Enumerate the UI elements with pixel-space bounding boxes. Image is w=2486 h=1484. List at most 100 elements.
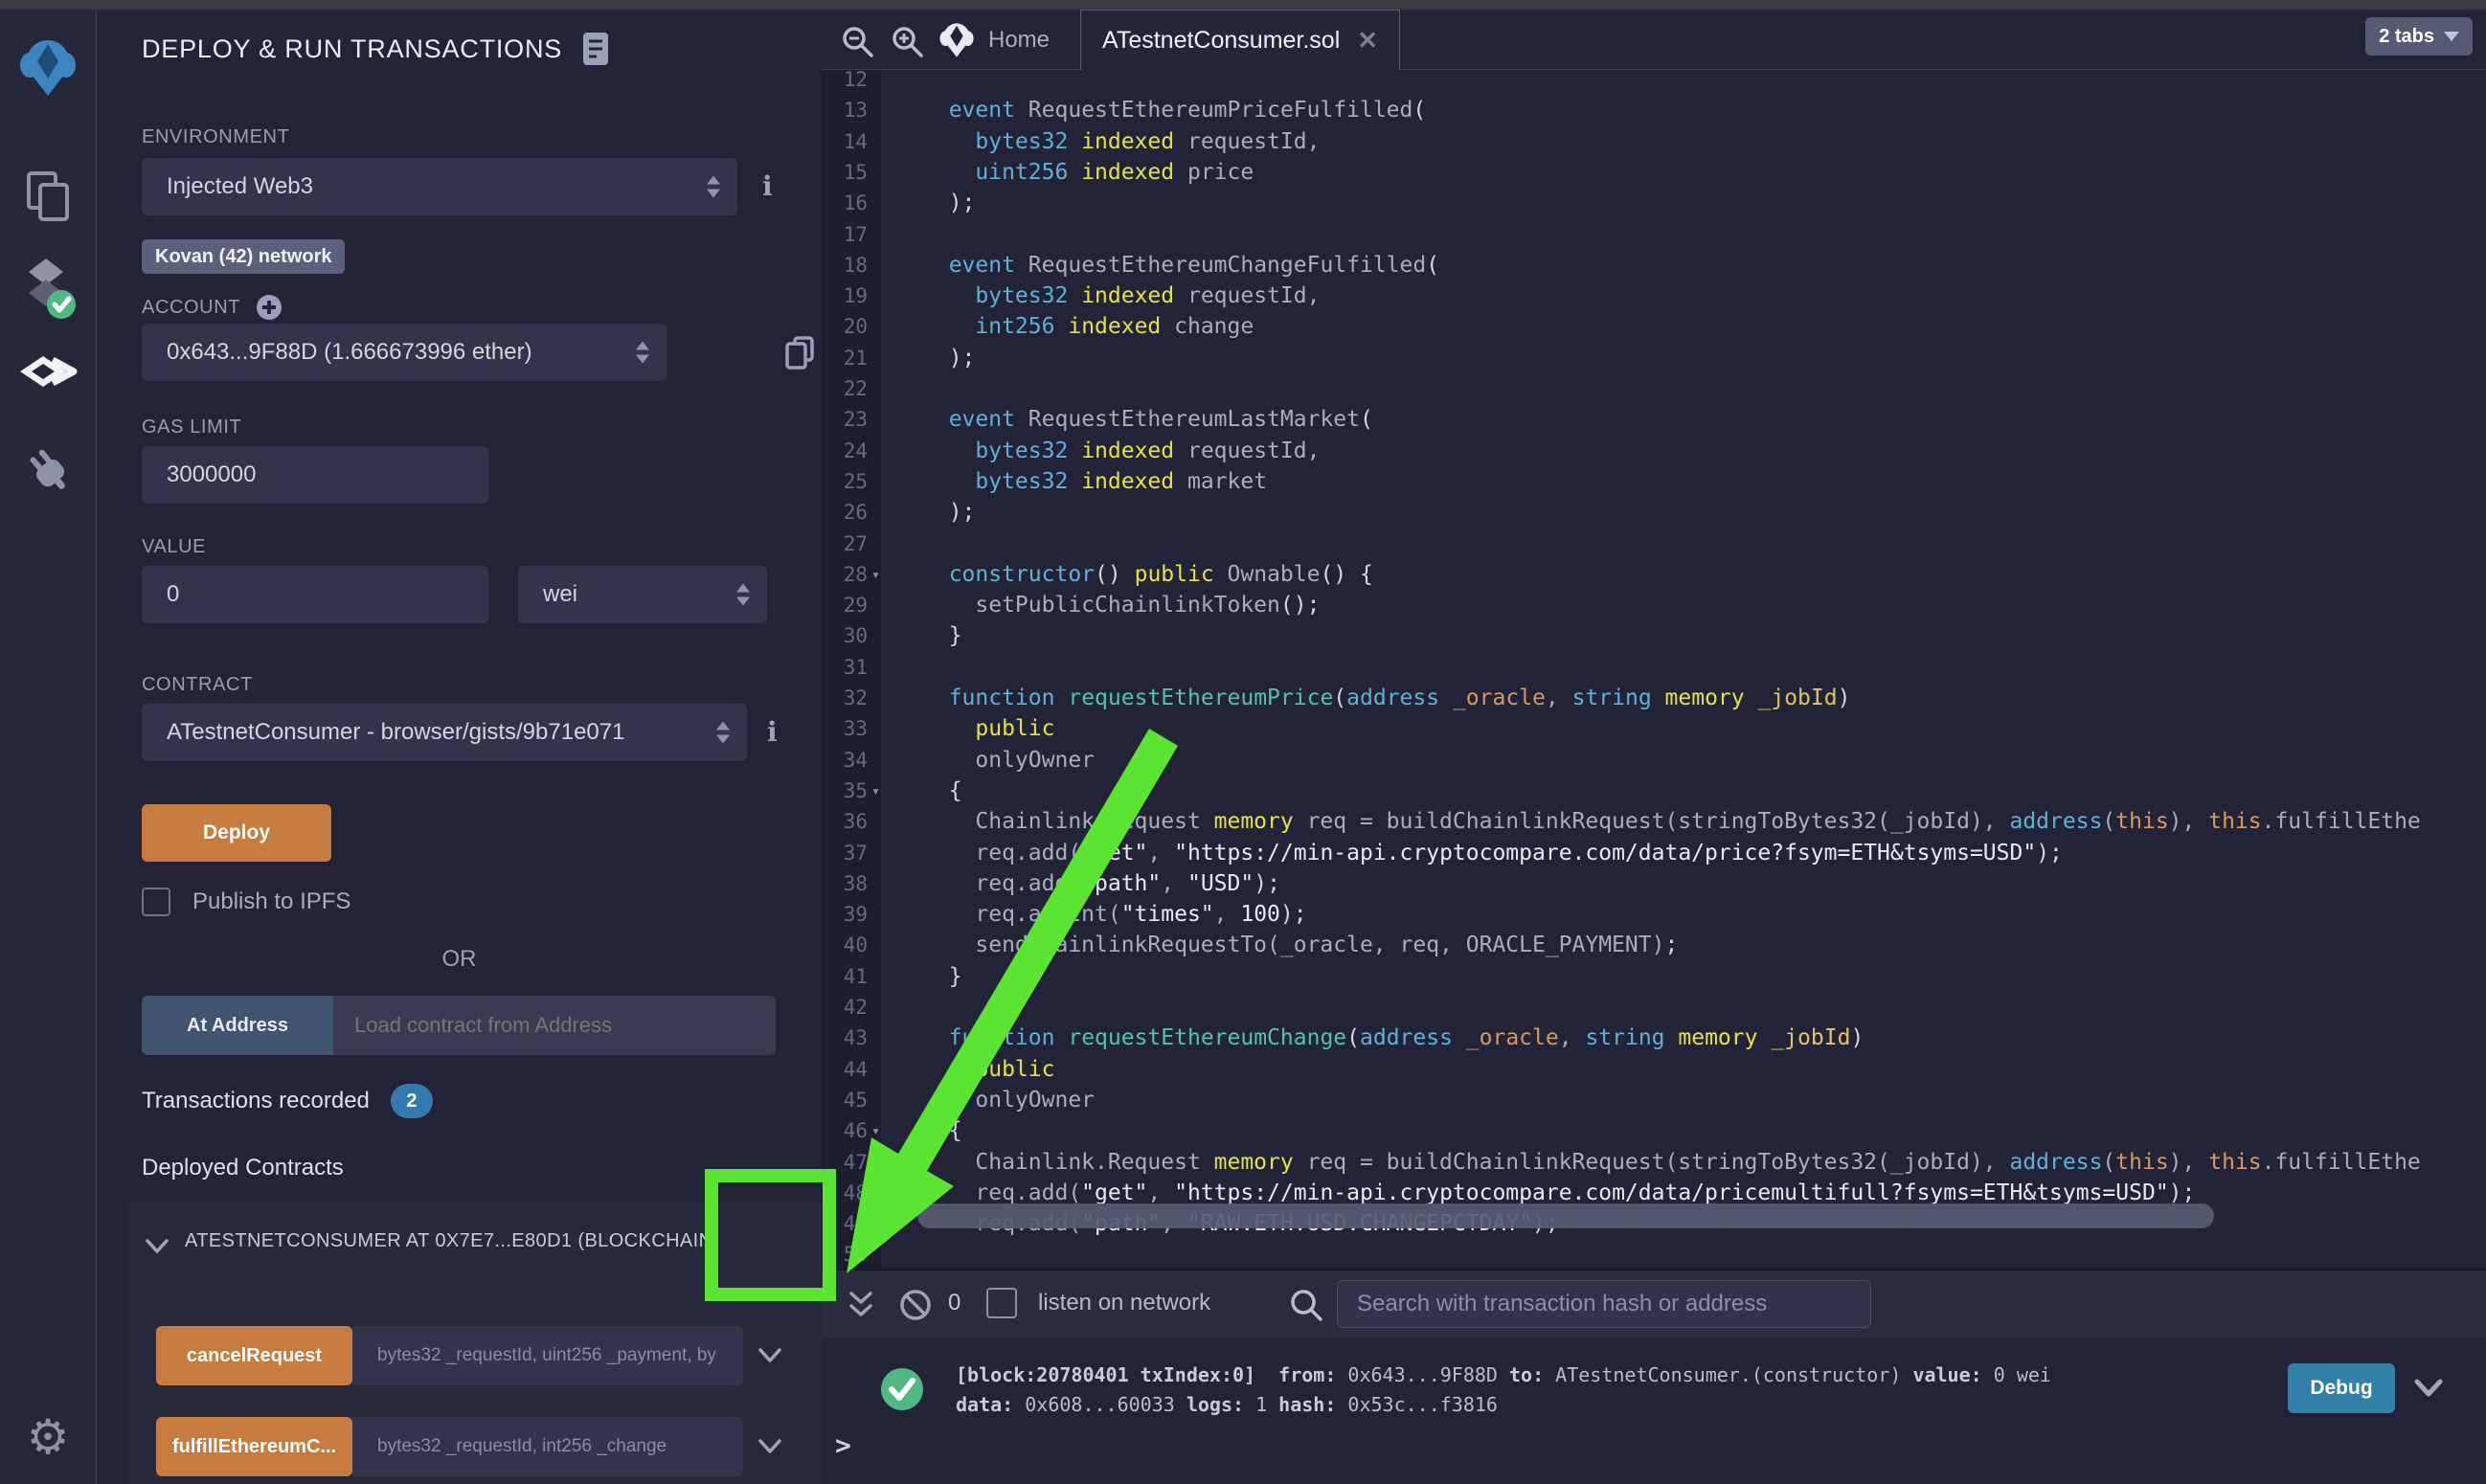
code-line: 13 event RequestEthereumPriceFulfilled( [822, 95, 2486, 126]
cancelrequest-params-input[interactable]: bytes32 _requestId, uint256 _payment, by [352, 1326, 743, 1385]
file-explorer-icon[interactable] [0, 168, 96, 230]
transactions-count-badge: 2 [391, 1084, 433, 1118]
line-number: 46 [822, 1115, 868, 1147]
instance-title[interactable]: ATESTNETCONSUMER AT 0X7E7...E80D1 (BLOCK… [185, 1230, 759, 1252]
line-number: 47 [822, 1147, 868, 1179]
line-number: 37 [822, 838, 868, 869]
code-line: 37 req.add("get", "https://min-api.crypt… [822, 838, 2486, 869]
code-line: 27 [822, 528, 2486, 560]
code-line: 14 bytes32 indexed requestId, [822, 126, 2486, 158]
line-number: 32 [822, 683, 868, 714]
copy-account-icon[interactable] [784, 335, 817, 371]
deploy-and-run-icon[interactable] [0, 354, 96, 411]
at-address-button[interactable]: At Address [142, 996, 333, 1055]
remix-logo[interactable] [0, 36, 96, 104]
code-line: 45 onlyOwner [822, 1085, 2486, 1116]
environment-label: ENVIRONMENT [142, 126, 289, 148]
line-number: 21 [822, 343, 868, 374]
cancelrequest-expand-chevron-icon[interactable] [757, 1347, 782, 1364]
solidity-compiler-icon[interactable] [0, 257, 96, 328]
instance-chevron-down-icon[interactable] [145, 1238, 170, 1255]
chevron-down-icon [2444, 32, 2459, 41]
code-line: 18 event RequestEthereumChangeFulfilled( [822, 250, 2486, 281]
tab-close-icon[interactable]: ✕ [1357, 26, 1378, 56]
tab-atestnetconsumer[interactable]: ATestnetConsumer.sol ✕ [1080, 10, 1400, 70]
log-expand-chevron-icon[interactable] [2413, 1378, 2444, 1399]
deployed-contracts-label: Deployed Contracts [142, 1155, 344, 1181]
add-account-icon[interactable] [256, 294, 282, 321]
line-number: 48 [822, 1178, 868, 1209]
code-line: 17 [822, 219, 2486, 251]
listen-on-network-label: listen on network [1038, 1290, 1210, 1316]
at-address-input[interactable] [333, 996, 776, 1055]
contract-info-icon[interactable]: i [767, 716, 778, 748]
line-number: 49 [822, 1208, 868, 1240]
icon-sidebar: ⚙ [0, 10, 97, 1484]
terminal-search-input[interactable] [1337, 1280, 1871, 1328]
code-line: 28▾ constructor() public Ownable() { [822, 559, 2486, 591]
line-number: 31 [822, 652, 868, 684]
environment-info-icon[interactable]: i [762, 170, 773, 202]
tab-home[interactable]: Home [938, 21, 1050, 59]
line-number: 26 [822, 497, 868, 528]
gas-limit-label: GAS LIMIT [142, 416, 241, 438]
code-editor[interactable]: 1213 event RequestEthereumPriceFulfilled… [822, 70, 2486, 1269]
zoom-out-icon[interactable] [841, 25, 875, 59]
transactions-recorded-label: Transactions recorded [142, 1088, 370, 1114]
cancelrequest-button[interactable]: cancelRequest [156, 1326, 352, 1385]
horizontal-scrollbar[interactable] [917, 1203, 2214, 1228]
line-number: 24 [822, 436, 868, 467]
contract-select[interactable]: ATestnetConsumer - browser/gists/9b71e07… [142, 704, 747, 761]
pending-tx-count: 0 [948, 1290, 960, 1316]
code-line: 36 Chainlink.Request memory req = buildC… [822, 806, 2486, 838]
plugin-manager-icon[interactable] [0, 442, 96, 503]
code-line: 44 public [822, 1054, 2486, 1086]
value-unit-select[interactable]: wei [518, 566, 767, 623]
fulfillethereumchange-button[interactable]: fulfillEthereumC... [156, 1417, 352, 1476]
line-number: 44 [822, 1054, 868, 1086]
fold-marker-icon[interactable]: ▾ [871, 1115, 880, 1147]
network-badge: Kovan (42) network [142, 239, 345, 274]
code-line: 43 function requestEthereumChange(addres… [822, 1023, 2486, 1054]
line-number: 17 [822, 219, 868, 251]
environment-select[interactable]: Injected Web3 [142, 158, 737, 215]
fulfillethereumchange-params-input[interactable]: bytes32 _requestId, int256 _change [352, 1417, 743, 1476]
line-number: 19 [822, 281, 868, 312]
remix-home-icon [938, 21, 975, 59]
line-number: 41 [822, 961, 868, 993]
code-line: 47 Chainlink.Request memory req = buildC… [822, 1147, 2486, 1179]
line-number: 28 [822, 559, 868, 591]
account-select[interactable]: 0x643...9F88D (1.666673996 ether) [142, 324, 667, 381]
fold-marker-icon[interactable]: ▾ [871, 776, 880, 807]
clear-console-icon[interactable] [898, 1288, 933, 1322]
code-line: 20 int256 indexed change [822, 311, 2486, 343]
tabs-count-dropdown[interactable]: 2 tabs [2365, 17, 2473, 56]
code-line: 15 uint256 indexed price [822, 157, 2486, 189]
line-number: 36 [822, 806, 868, 838]
document-icon[interactable] [581, 31, 610, 67]
terminal-header: 0 listen on network [822, 1269, 2486, 1338]
publish-ipfs-checkbox[interactable] [142, 888, 170, 916]
terminal-prompt[interactable]: > [835, 1429, 851, 1461]
line-number: 45 [822, 1085, 868, 1116]
value-input[interactable]: 0 [142, 566, 488, 623]
code-line: 35▾ { [822, 776, 2486, 807]
line-number: 25 [822, 466, 868, 498]
tx-log-entry[interactable]: [block:20780401 txIndex:0] from: 0x643..… [956, 1360, 2051, 1420]
zoom-in-icon[interactable] [891, 25, 925, 59]
deploy-button[interactable]: Deploy [142, 804, 331, 862]
line-number: 40 [822, 930, 868, 961]
remix-ide-window: ⚙ DEPLOY & RUN TRANSACTIONS ENVIRONMENT … [0, 0, 2486, 1484]
gas-limit-input[interactable]: 3000000 [142, 446, 488, 504]
line-number: 16 [822, 188, 868, 219]
line-number: 50 [822, 1239, 868, 1269]
window-top-edge [0, 0, 2486, 10]
fold-marker-icon[interactable]: ▾ [871, 559, 880, 591]
tx-success-check-icon [879, 1366, 925, 1412]
code-line: 46▾ { [822, 1115, 2486, 1147]
settings-gear-icon[interactable]: ⚙ [0, 1409, 96, 1465]
terminal-expand-chevrons-icon[interactable] [847, 1290, 875, 1320]
listen-on-network-checkbox[interactable] [986, 1288, 1017, 1318]
debug-button[interactable]: Debug [2288, 1363, 2395, 1413]
fulfillethereumchange-expand-chevron-icon[interactable] [757, 1438, 782, 1455]
